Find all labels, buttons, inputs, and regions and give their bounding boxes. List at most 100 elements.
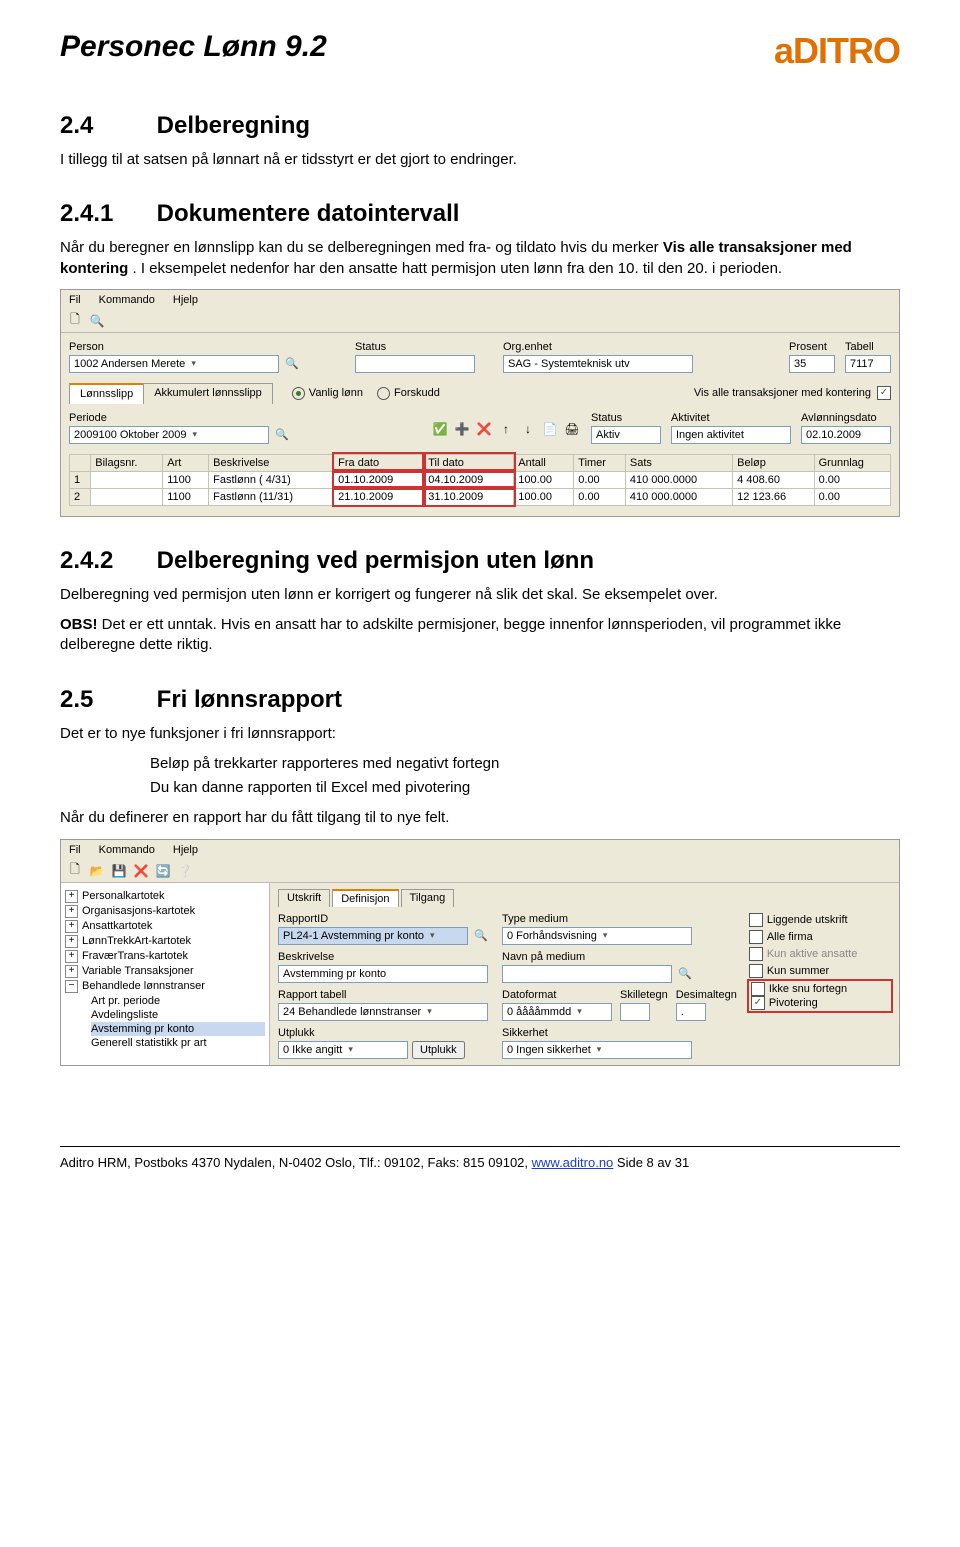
tab-utskrift[interactable]: Utskrift xyxy=(278,889,330,907)
lookup-icon[interactable]: 🔍 xyxy=(273,426,291,444)
table-row[interactable]: 1 1100 Fastlønn ( 4/31) 01.10.2009 04.10… xyxy=(70,471,891,488)
tabell-field[interactable]: 7117 xyxy=(845,355,891,373)
status2-field[interactable]: Aktiv xyxy=(591,426,661,444)
navn-field[interactable] xyxy=(502,965,672,983)
person-combo[interactable]: 1002 Andersen Merete ▾ xyxy=(69,355,279,373)
tree-subitem-selected[interactable]: Avstemming pr konto xyxy=(91,1022,265,1036)
tree-label: Personalkartotek xyxy=(82,890,165,902)
footer-page: Side 8 av 31 xyxy=(617,1155,689,1170)
opt-liggende[interactable]: Liggende utskrift xyxy=(749,913,891,927)
col-belop: Beløp xyxy=(733,454,814,471)
section-2-4-1: 2.4.1 Dokumentere datointervall xyxy=(60,200,900,228)
periode-combo[interactable]: 2009100 Oktober 2009 ▾ xyxy=(69,426,269,444)
lookup-icon[interactable]: 🔍 xyxy=(472,927,490,945)
menu-hjelp[interactable]: Hjelp xyxy=(173,294,198,306)
skilletegn-field[interactable] xyxy=(620,1003,650,1021)
col-timer: Timer xyxy=(574,454,626,471)
tab-lonnsslipp[interactable]: Lønnsslipp xyxy=(69,383,144,404)
down-icon[interactable]: ↓ xyxy=(519,420,537,438)
utplukk-combo[interactable]: 0 Ikke angitt ▾ xyxy=(278,1041,408,1059)
tree-item[interactable]: +Organisasjons-kartotek xyxy=(65,904,265,919)
datoformat-combo[interactable]: 0 ååååmmdd ▾ xyxy=(502,1003,612,1021)
menu-kommando[interactable]: Kommando xyxy=(99,844,155,856)
refresh-icon[interactable]: 🔄 xyxy=(155,863,171,879)
beskrivelse-field[interactable]: Avstemming pr konto xyxy=(278,965,488,983)
print-icon[interactable]: 🖨 xyxy=(563,420,581,438)
rapport-tabell-combo[interactable]: 24 Behandlede lønnstranser ▾ xyxy=(278,1003,488,1021)
menu-kommando[interactable]: Kommando xyxy=(99,294,155,306)
opt-kun-aktive: Kun aktive ansatte xyxy=(749,947,891,961)
checkbox-vis-kontering[interactable] xyxy=(877,386,891,400)
opt-ikke-snu-fortegn[interactable]: Ikke snu fortegn xyxy=(751,982,889,996)
tab-definisjon[interactable]: Definisjon xyxy=(332,889,398,907)
help-icon[interactable]: ❔ xyxy=(177,863,193,879)
tree-subitem[interactable]: Art pr. periode xyxy=(91,994,265,1008)
radio-forskudd[interactable]: Forskudd xyxy=(377,387,440,400)
tree-item[interactable]: +Ansattkartotek xyxy=(65,919,265,934)
status-combo[interactable] xyxy=(355,355,475,373)
delete-icon[interactable]: ❌ xyxy=(475,420,493,438)
menu-fil[interactable]: Fil xyxy=(69,844,81,856)
rapportid-combo[interactable]: PL24-1 Avstemming pr konto ▾ xyxy=(278,927,468,945)
section-2-5: 2.5 Fri lønnsrapport xyxy=(60,686,900,714)
label-navn-medium: Navn på medium xyxy=(502,951,737,965)
utplukk-button[interactable]: Utplukk xyxy=(412,1041,465,1059)
text: Det er ett unntak. Hvis en ansatt har to… xyxy=(60,616,841,653)
body-text: Det er to nye funksjoner i fri lønnsrapp… xyxy=(60,724,900,744)
add-icon[interactable]: ➕ xyxy=(453,420,471,438)
bullet-text: Beløp på trekkarter rapporteres med nega… xyxy=(150,754,900,774)
aktivitet-field[interactable]: Ingen aktivitet xyxy=(671,426,791,444)
opt-kun-summer[interactable]: Kun summer xyxy=(749,964,891,978)
tree-item[interactable]: +LønnTrekkArt-kartotek xyxy=(65,934,265,949)
radio-label: Vanlig lønn xyxy=(309,387,363,399)
section-title: Delberegning ved permisjon uten lønn xyxy=(157,547,594,574)
bullet-text: Du kan danne rapporten til Excel med piv… xyxy=(150,778,900,798)
opt-alle-firma[interactable]: Alle firma xyxy=(749,930,891,944)
new-icon[interactable]: 🗋 xyxy=(67,863,83,879)
tree-subitem[interactable]: Avdelingsliste xyxy=(91,1008,265,1022)
delete-icon[interactable]: ❌ xyxy=(133,863,149,879)
table-row[interactable]: 2 1100 Fastlønn (11/31) 21.10.2009 31.10… xyxy=(70,488,891,505)
tree-label: Avdelingsliste xyxy=(91,1009,158,1021)
prosent-field[interactable]: 35 xyxy=(789,355,835,373)
cell: 410 000.0000 xyxy=(625,471,732,488)
tree-item[interactable]: +Variable Transaksjoner xyxy=(65,964,265,979)
tree-item[interactable]: +Personalkartotek xyxy=(65,889,265,904)
chevron-down-icon: ▾ xyxy=(191,358,196,369)
footer-link[interactable]: www.aditro.no xyxy=(532,1155,614,1170)
save-icon[interactable]: 💾 xyxy=(111,863,127,879)
tree-label: Avstemming pr konto xyxy=(91,1023,194,1035)
tree-item[interactable]: −Behandlede lønnstranser xyxy=(65,979,265,994)
checkbox-icon xyxy=(749,930,763,944)
new-icon[interactable]: 🗋 xyxy=(67,313,83,329)
open-icon[interactable]: 📂 xyxy=(89,863,105,879)
desimaltegn-field[interactable]: . xyxy=(676,1003,706,1021)
copy-icon[interactable]: 📄 xyxy=(541,420,559,438)
radio-off-icon xyxy=(377,387,390,400)
opt-pivotering[interactable]: Pivotering xyxy=(751,996,889,1010)
radio-vanlig-lonn[interactable]: Vanlig lønn xyxy=(292,387,363,400)
typemedium-combo[interactable]: 0 Forhåndsvisning ▾ xyxy=(502,927,692,945)
tree-subitem[interactable]: Generell statistikk pr art xyxy=(91,1036,265,1050)
search-icon[interactable]: 🔍 xyxy=(89,313,105,329)
lookup-icon[interactable]: 🔍 xyxy=(283,355,301,373)
tree-label: Behandlede lønnstranser xyxy=(82,980,205,992)
app-screenshot-payroll: Fil Kommando Hjelp 🗋 🔍 Person 1002 Ander… xyxy=(60,289,900,517)
menu-fil[interactable]: Fil xyxy=(69,294,81,306)
page-footer: Aditro HRM, Postboks 4370 Nydalen, N-040… xyxy=(60,1146,900,1170)
menu-hjelp[interactable]: Hjelp xyxy=(173,844,198,856)
lookup-icon[interactable]: 🔍 xyxy=(676,965,694,983)
up-icon[interactable]: ↑ xyxy=(497,420,515,438)
opt-label: Alle firma xyxy=(767,931,813,943)
sikkerhet-combo[interactable]: 0 Ingen sikkerhet ▾ xyxy=(502,1041,692,1059)
col-til-dato: Til dato xyxy=(424,454,514,471)
avlonn-field[interactable]: 02.10.2009 xyxy=(801,426,891,444)
orgenhet-combo[interactable]: SAG - Systemteknisk utv xyxy=(503,355,693,373)
cell: 04.10.2009 xyxy=(424,471,514,488)
col-grunnlag: Grunnlag xyxy=(814,454,890,471)
tree-item[interactable]: +FraværTrans-kartotek xyxy=(65,949,265,964)
section-num: 2.4 xyxy=(60,112,150,140)
tab-akkumulert[interactable]: Akkumulert lønnsslipp xyxy=(143,383,273,404)
tab-tilgang[interactable]: Tilgang xyxy=(401,889,455,907)
ok-icon[interactable]: ✅ xyxy=(431,420,449,438)
